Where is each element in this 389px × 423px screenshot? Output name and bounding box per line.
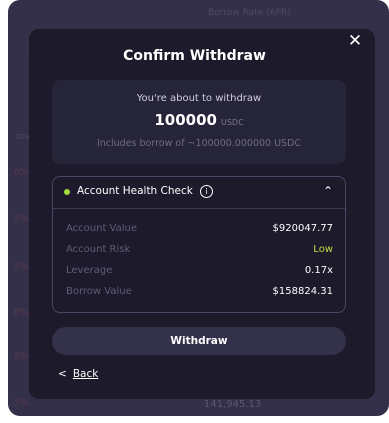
background-peek-mark: 5% <box>14 214 29 224</box>
background-bottom-value: 141,945.13 <box>204 399 262 410</box>
withdraw-intro-text: You're about to withdraw <box>136 93 262 104</box>
health-row-label: Borrow Value <box>66 286 132 297</box>
health-status-dot <box>64 189 70 195</box>
health-row-account-risk: Account Risk Low <box>66 244 333 258</box>
withdraw-amount-unit: USDC <box>220 118 244 127</box>
withdraw-amount: 100000 USDC <box>52 110 346 129</box>
background-peek-mark: 5% <box>14 352 29 362</box>
chevron-left-icon: < <box>58 368 67 380</box>
modal-title: Confirm Withdraw <box>123 48 266 64</box>
health-row-value: 0.17x <box>304 265 333 276</box>
info-icon[interactable]: i <box>200 185 213 198</box>
withdraw-summary-card: You're about to withdraw 100000 USDC Incl… <box>52 80 346 164</box>
health-row-account-value: Account Value $920047.77 <box>66 223 333 237</box>
withdraw-amount-value: 100000 <box>154 111 217 129</box>
health-row-leverage: Leverage 0.17x <box>66 265 333 279</box>
health-row-label: Leverage <box>66 265 113 276</box>
borrow-note: Includes borrow of ~100000.000000 USDC <box>96 138 302 149</box>
background-peek-mark: 5% <box>14 398 29 408</box>
background-peek-mark: 0% <box>14 168 29 178</box>
health-row-label: Account Risk <box>66 244 131 255</box>
back-link[interactable]: < Back <box>58 368 98 380</box>
health-row-value: $158824.31 <box>272 286 333 297</box>
background-peek-mark: 5% <box>14 262 29 272</box>
background-header-text: Borrow Rate (APR) <box>208 8 291 18</box>
health-row-value: $920047.77 <box>272 223 333 234</box>
health-row-borrow-value: Borrow Value $158824.31 <box>66 286 333 300</box>
account-health-title: Account Health Check <box>77 185 193 197</box>
account-health-panel: Account Health Check i ⌃ Account Value $… <box>52 176 346 313</box>
account-health-header[interactable]: Account Health Check i ⌃ <box>53 177 345 209</box>
withdraw-button[interactable]: Withdraw <box>52 327 346 355</box>
background-peek-mark: 0% <box>14 308 29 318</box>
back-link-label: Back <box>72 368 99 380</box>
health-row-value: Low <box>313 244 333 255</box>
health-row-label: Account Value <box>66 223 138 234</box>
chevron-up-icon[interactable]: ⌃ <box>323 184 333 198</box>
